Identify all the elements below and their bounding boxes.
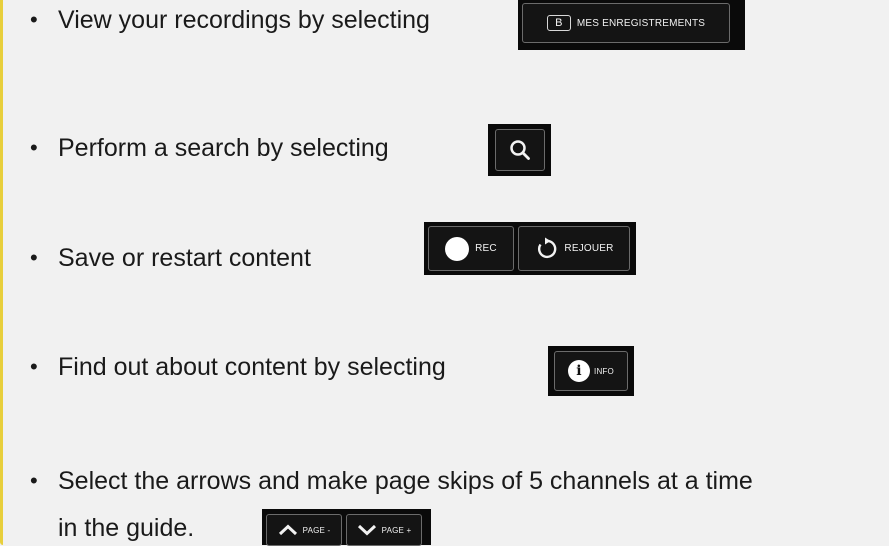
bullet-text: Select the arrows and make page skips of… xyxy=(58,467,753,495)
search-icon xyxy=(509,140,530,160)
bullet-text: View your recordings by selecting xyxy=(58,6,430,34)
bullet-text: Perform a search by selecting xyxy=(58,134,389,162)
page-up-button[interactable]: PAGE - xyxy=(266,514,342,546)
chevron-down-icon xyxy=(357,524,376,536)
replay-arrow-icon xyxy=(538,237,557,258)
bullet-text: Save or restart content xyxy=(58,244,311,272)
replay-button[interactable]: REJOUER xyxy=(518,226,630,271)
bullet-continuation-text: in the guide. xyxy=(58,514,195,542)
rec-replay-button-strip: REC REJOUER xyxy=(424,222,636,275)
bullet-text: Find out about content by selecting xyxy=(58,353,446,381)
my-recordings-label: MES ENREGISTREMENTS xyxy=(576,17,706,29)
page-down-button[interactable]: PAGE + xyxy=(346,514,422,546)
bullet-dot: • xyxy=(30,135,38,160)
my-recordings-button[interactable]: B MES ENREGISTREMENTS xyxy=(522,3,730,43)
b-key-icon: B xyxy=(546,15,571,31)
info-button[interactable]: i INFO xyxy=(554,351,628,391)
replay-label: REJOUER xyxy=(564,243,614,254)
accent-border xyxy=(0,0,3,545)
search-button[interactable] xyxy=(494,129,545,171)
info-label: INFO xyxy=(594,366,614,376)
info-button-strip: i INFO xyxy=(548,346,634,396)
bullet-dot: • xyxy=(30,468,38,493)
bullet-dot: • xyxy=(30,245,38,270)
page-up-label: PAGE - xyxy=(302,525,331,535)
bullet-dot: • xyxy=(30,7,38,32)
search-button-strip xyxy=(488,124,551,176)
rec-label: REC xyxy=(475,243,497,254)
page-down-label: PAGE + xyxy=(381,525,412,535)
page-button-strip: PAGE - PAGE + xyxy=(262,509,431,546)
chevron-up-icon xyxy=(278,524,297,536)
bullet-dot: • xyxy=(30,354,38,379)
rec-button[interactable]: REC xyxy=(428,226,514,271)
info-icon: i xyxy=(568,360,591,382)
record-dot-icon xyxy=(445,236,470,261)
recordings-button-strip: B MES ENREGISTREMENTS xyxy=(518,0,745,50)
